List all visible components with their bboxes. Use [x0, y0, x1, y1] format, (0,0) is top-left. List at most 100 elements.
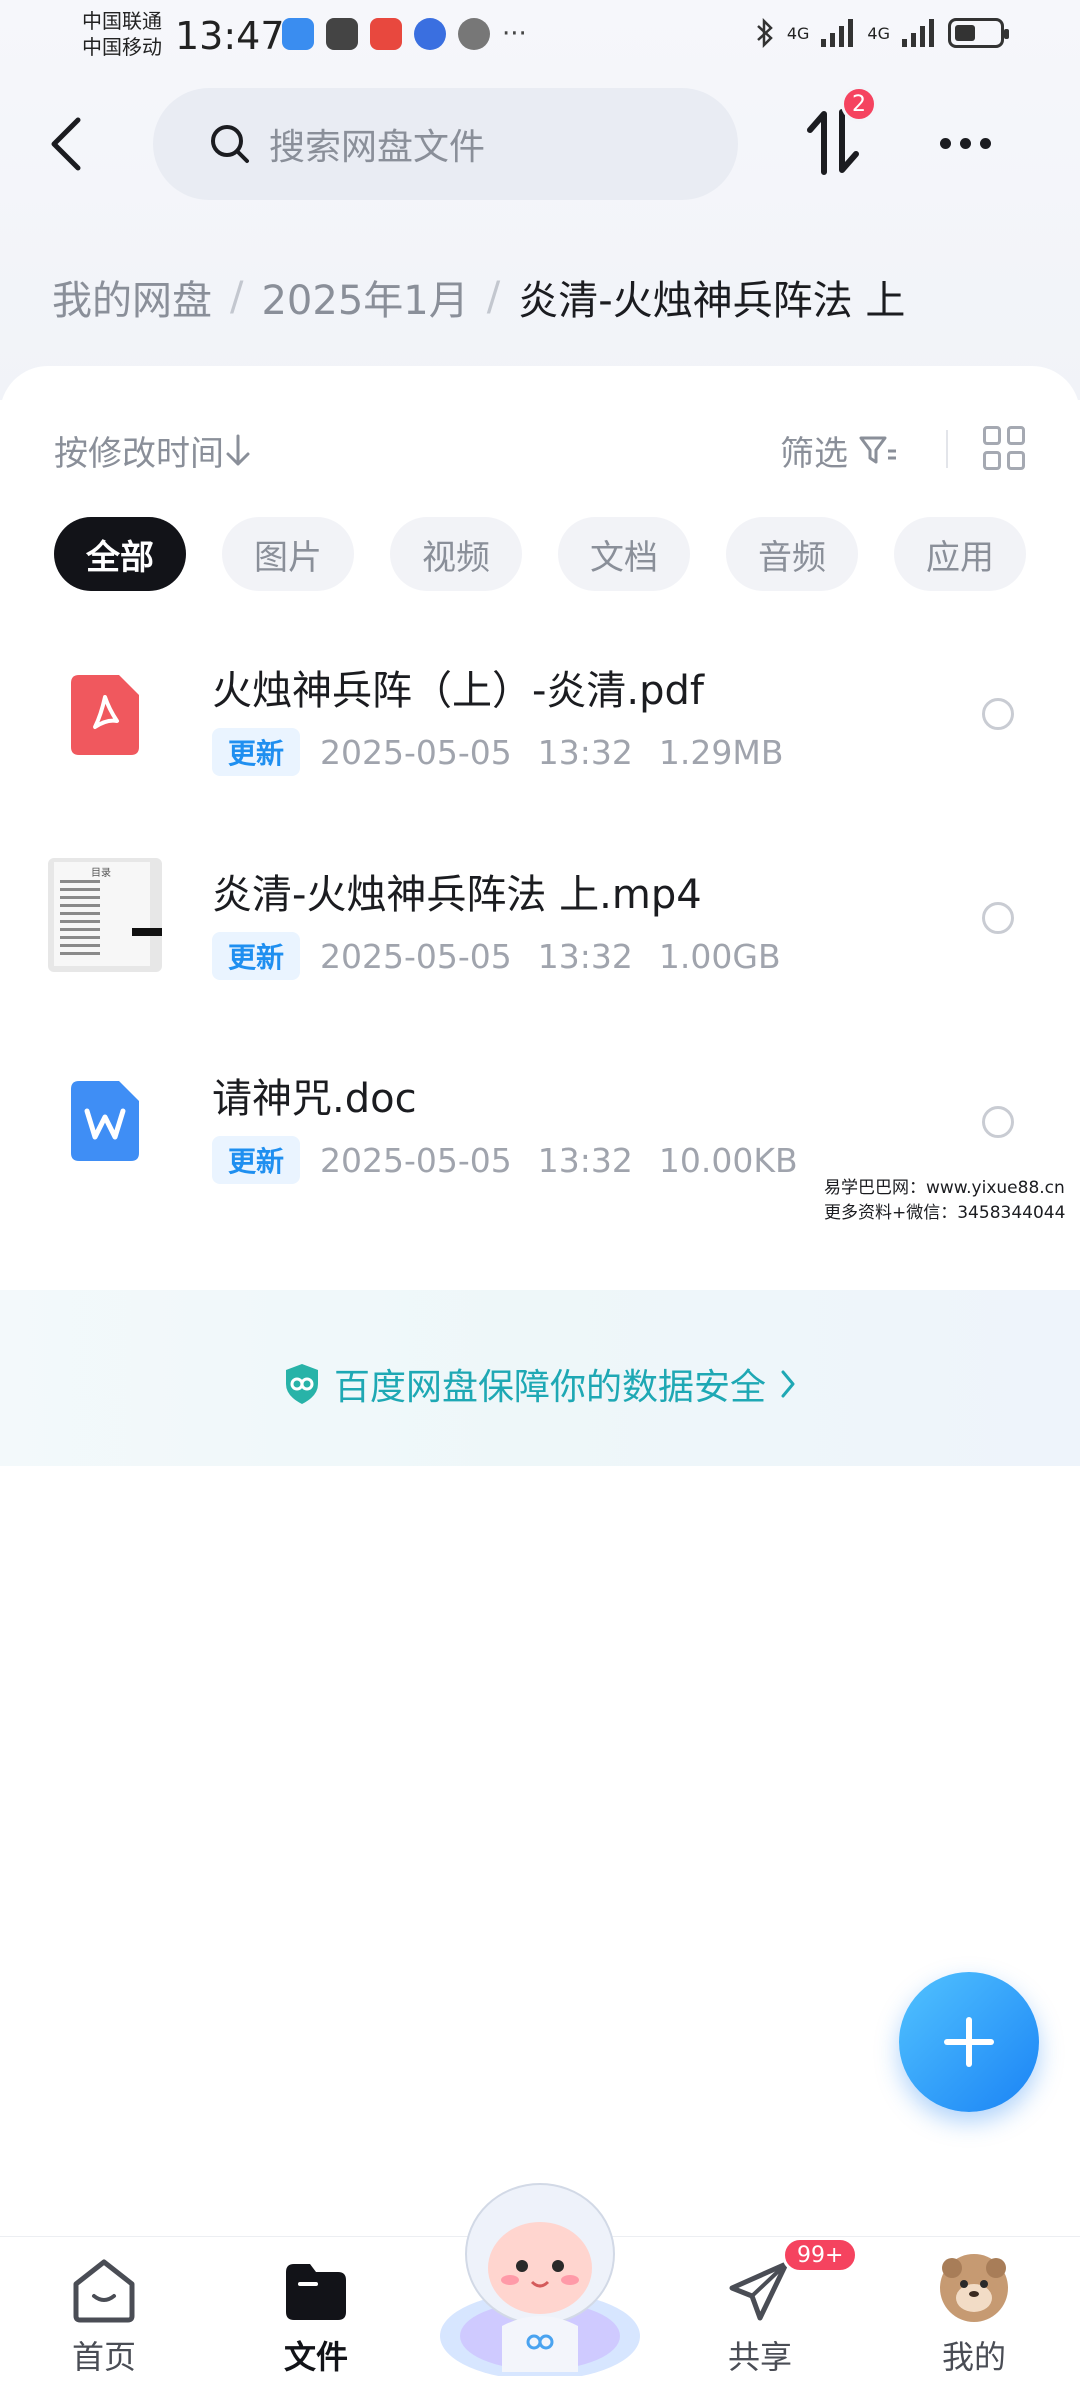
select-checkbox[interactable]: [982, 1106, 1014, 1138]
thumbnail-line: [60, 944, 100, 947]
share-count-badge: 99+: [782, 2237, 859, 2273]
watermark-text: 易学巴巴网：www.yixue88.cn 更多资料+微信：3458344044: [824, 1176, 1065, 1226]
chip-all[interactable]: 全部: [54, 517, 186, 591]
thumbnail-line: [60, 920, 100, 923]
pdf-icon: [48, 658, 162, 772]
word-file-shape: [71, 1081, 139, 1161]
breadcrumb-separator: /: [486, 274, 501, 320]
chevron-right-icon: [781, 1370, 795, 1398]
dot-icon: [979, 137, 991, 149]
notification-icons: ···: [282, 18, 527, 50]
folder-icon: [286, 2264, 346, 2320]
update-tag: 更新: [212, 932, 301, 980]
thumbnail-line: [60, 904, 100, 907]
breadcrumb-separator: /: [230, 274, 244, 320]
thumbnail-line: [60, 952, 100, 955]
mascot-avatar-icon: [440, 2183, 640, 2380]
mascot-button[interactable]: [430, 2176, 650, 2380]
thumbnail-mark: [132, 928, 162, 936]
file-size: 10.00KB: [658, 1140, 798, 1180]
file-name: 炎清-火烛神兵阵法 上.mp4: [212, 872, 702, 918]
nav-home[interactable]: 首页: [34, 2258, 174, 2378]
search-bar[interactable]: 搜索网盘文件: [153, 88, 738, 200]
select-checkbox[interactable]: [982, 902, 1014, 934]
chip-videos[interactable]: 视频: [390, 517, 522, 591]
chip-documents[interactable]: 文档: [558, 517, 690, 591]
baidu-paw-icon: [414, 18, 446, 50]
filter-button[interactable]: 筛选: [780, 426, 898, 475]
dot-icon: [959, 137, 971, 149]
thumbnail-line: [60, 928, 100, 931]
avatar: [940, 2254, 1008, 2322]
watermark-line-1: 易学巴巴网：www.yixue88.cn: [824, 1178, 1065, 1198]
security-text: 百度网盘保障你的数据安全: [333, 1367, 766, 1408]
file-meta: 更新 2025-05-05 13:32 1.29MB: [212, 728, 784, 776]
carrier-info: 中国联通 中国移动: [82, 8, 162, 60]
watermark-line-2: 更多资料+微信：3458344044: [824, 1203, 1066, 1223]
nav-me[interactable]: 我的: [904, 2252, 1044, 2378]
word-icon: [48, 1064, 162, 1178]
status-time: 13:47: [175, 14, 285, 58]
sort-label: 按修改时间: [54, 434, 224, 474]
file-time: 13:32: [537, 732, 633, 772]
nav-files[interactable]: 文件: [246, 2258, 386, 2378]
more-options-button[interactable]: [930, 118, 1000, 168]
timer-icon: [458, 18, 490, 50]
file-date: 2025-05-05: [320, 732, 512, 772]
transfer-count-badge: 2: [841, 86, 877, 122]
grid-view-icon: [1007, 451, 1025, 470]
filter-label: 筛选: [780, 434, 848, 474]
thumbnail-image: 目录: [48, 858, 162, 972]
nav-share[interactable]: 共享: [690, 2258, 830, 2378]
home-icon: [73, 2259, 135, 2323]
shield-icon: [285, 1364, 318, 1404]
dot-icon: [939, 137, 951, 149]
update-tag: 更新: [212, 728, 301, 776]
thumbnail-line: [60, 888, 100, 891]
paper-plane-icon: [729, 2261, 789, 2321]
breadcrumb-item-root[interactable]: 我的网盘: [52, 268, 212, 326]
category-chips: 全部 图片 视频 文档 音频 应用: [54, 517, 1026, 591]
sort-button[interactable]: 按修改时间: [54, 426, 252, 475]
chip-apps[interactable]: 应用: [894, 517, 1026, 591]
toolbar-divider: [946, 430, 948, 468]
thumbnail-line: [60, 896, 100, 899]
carrier-1: 中国联通: [82, 9, 162, 33]
file-name: 请神咒.doc: [212, 1076, 417, 1122]
thumbnail-line: [60, 936, 100, 939]
chip-images[interactable]: 图片: [222, 517, 354, 591]
back-arrow-icon: [51, 117, 81, 171]
file-meta: 更新 2025-05-05 13:32 10.00KB: [212, 1136, 798, 1184]
file-row[interactable]: 目录 炎清-火烛神兵阵法 上.mp4 更新 2025-05-05 13:32 1…: [0, 828, 1080, 1008]
nav-share-label: 共享: [727, 2338, 792, 2376]
chip-audio[interactable]: 音频: [726, 517, 858, 591]
bluetooth-icon: [756, 18, 773, 48]
breadcrumb-current: 炎清-火烛神兵阵法 上: [518, 278, 906, 324]
file-size: 1.29MB: [658, 732, 784, 772]
grid-view-icon: [983, 426, 1001, 445]
file-row[interactable]: 火烛神兵阵（上）-炎清.pdf 更新 2025-05-05 13:32 1.29…: [0, 624, 1080, 804]
select-checkbox[interactable]: [982, 698, 1014, 730]
add-button[interactable]: [899, 1972, 1039, 2112]
file-time: 13:32: [537, 1140, 633, 1180]
grid-view-icon: [983, 451, 1001, 470]
breadcrumb-item-month[interactable]: 2025年1月: [261, 268, 468, 326]
security-banner[interactable]: 百度网盘保障你的数据安全: [0, 1358, 1080, 1410]
file-time: 13:32: [537, 936, 633, 976]
app-notification-icon: [282, 18, 314, 50]
file-meta: 更新 2025-05-05 13:32 1.00GB: [212, 932, 781, 980]
filter-icon: [859, 436, 896, 463]
back-button[interactable]: [36, 106, 96, 182]
sort-down-arrow-icon: [226, 434, 250, 465]
video-thumbnail: 目录: [48, 858, 162, 972]
nav-me-label: 我的: [941, 2338, 1006, 2376]
grid-view-button[interactable]: [983, 426, 1027, 470]
breadcrumb: 我的网盘 / 2025年1月 / 炎清-火烛神兵阵法 上: [52, 268, 905, 326]
file-size: 1.00GB: [658, 936, 781, 976]
grid-view-icon: [1007, 426, 1025, 445]
thumbnail-line: [60, 912, 100, 915]
carrier-2: 中国移动: [82, 35, 162, 59]
file-date: 2025-05-05: [320, 936, 512, 976]
battery-icon: [948, 18, 1009, 48]
search-placeholder: 搜索网盘文件: [269, 127, 486, 168]
